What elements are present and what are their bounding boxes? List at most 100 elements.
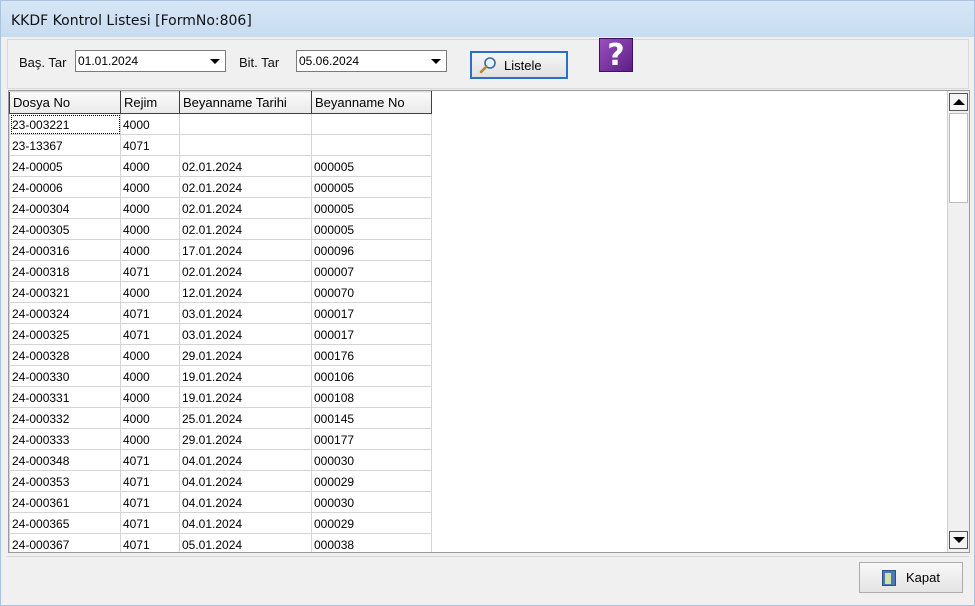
table-row[interactable]: 24-000331 4000 19.01.2024 000108 xyxy=(9,386,432,408)
table-cell[interactable]: 05.01.2024 xyxy=(179,533,312,552)
table-cell[interactable]: 02.01.2024 xyxy=(179,176,312,198)
table-cell[interactable]: 29.01.2024 xyxy=(179,344,312,366)
table-cell[interactable]: 4071 xyxy=(120,134,180,156)
table-cell[interactable] xyxy=(311,134,432,156)
table-row[interactable]: 24-000316 4000 17.01.2024 000096 xyxy=(9,239,432,261)
table-cell[interactable]: 25.01.2024 xyxy=(179,407,312,429)
table-cell[interactable]: 24-000365 xyxy=(9,512,121,534)
table-cell[interactable]: 000145 xyxy=(311,407,432,429)
table-cell[interactable]: 02.01.2024 xyxy=(179,218,312,240)
table-cell[interactable]: 000017 xyxy=(311,302,432,324)
table-cell[interactable]: 02.01.2024 xyxy=(179,197,312,219)
table-cell[interactable]: 4000 xyxy=(120,197,180,219)
table-cell[interactable]: 04.01.2024 xyxy=(179,491,312,513)
close-button[interactable]: Kapat xyxy=(859,562,963,593)
table-cell[interactable]: 23-13367 xyxy=(9,134,121,156)
table-cell[interactable]: 23-003221 xyxy=(9,113,121,135)
start-date-combo[interactable]: 01.01.2024 xyxy=(75,50,226,72)
table-row[interactable]: 24-000365 4071 04.01.2024 000029 xyxy=(9,512,432,534)
table-cell[interactable] xyxy=(179,113,312,135)
table-cell[interactable]: 000005 xyxy=(311,197,432,219)
table-cell[interactable]: 12.01.2024 xyxy=(179,281,312,303)
table-cell[interactable]: 24-000304 xyxy=(9,197,121,219)
table-cell[interactable]: 29.01.2024 xyxy=(179,428,312,450)
table-cell[interactable]: 4071 xyxy=(120,512,180,534)
table-cell[interactable]: 4000 xyxy=(120,281,180,303)
table-row[interactable]: 24-000305 4000 02.01.2024 000005 xyxy=(9,218,432,240)
column-header[interactable]: Beyanname No xyxy=(311,91,432,114)
table-cell[interactable]: 02.01.2024 xyxy=(179,260,312,282)
table-row[interactable]: 24-000325 4071 03.01.2024 000017 xyxy=(9,323,432,345)
table-cell[interactable]: 4071 xyxy=(120,323,180,345)
table-cell[interactable]: 000029 xyxy=(311,512,432,534)
table-cell[interactable]: 000108 xyxy=(311,386,432,408)
table-row[interactable]: 24-000348 4071 04.01.2024 000030 xyxy=(9,449,432,471)
table-cell[interactable]: 4000 xyxy=(120,386,180,408)
table-row[interactable]: 24-000333 4000 29.01.2024 000177 xyxy=(9,428,432,450)
table-cell[interactable]: 4071 xyxy=(120,302,180,324)
table-cell[interactable]: 4000 xyxy=(120,407,180,429)
table-cell[interactable]: 000030 xyxy=(311,491,432,513)
table-cell[interactable]: 4071 xyxy=(120,449,180,471)
table-cell[interactable]: 24-000331 xyxy=(9,386,121,408)
table-row[interactable]: 24-000332 4000 25.01.2024 000145 xyxy=(9,407,432,429)
table-row[interactable]: 24-00006 4000 02.01.2024 000005 xyxy=(9,176,432,198)
table-cell[interactable]: 24-000333 xyxy=(9,428,121,450)
table-cell[interactable]: 24-00005 xyxy=(9,155,121,177)
scroll-thumb[interactable] xyxy=(949,113,968,203)
table-row[interactable]: 24-000330 4000 19.01.2024 000106 xyxy=(9,365,432,387)
table-cell[interactable]: 24-000361 xyxy=(9,491,121,513)
table-cell[interactable]: 000005 xyxy=(311,218,432,240)
table-cell[interactable]: 000017 xyxy=(311,323,432,345)
table-row[interactable]: 24-000324 4071 03.01.2024 000017 xyxy=(9,302,432,324)
table-row[interactable]: 24-000304 4000 02.01.2024 000005 xyxy=(9,197,432,219)
column-header[interactable]: Beyanname Tarihi xyxy=(179,91,312,114)
table-cell[interactable]: 24-00006 xyxy=(9,176,121,198)
table-row[interactable]: 24-000318 4071 02.01.2024 000007 xyxy=(9,260,432,282)
table-cell[interactable]: 24-000353 xyxy=(9,470,121,492)
table-cell[interactable]: 4000 xyxy=(120,218,180,240)
table-row[interactable]: 23-13367 4071 xyxy=(9,134,432,156)
chevron-down-icon[interactable] xyxy=(206,53,223,69)
table-cell[interactable]: 000038 xyxy=(311,533,432,552)
table-cell[interactable]: 04.01.2024 xyxy=(179,512,312,534)
table-cell[interactable]: 4000 xyxy=(120,239,180,261)
table-cell[interactable]: 24-000328 xyxy=(9,344,121,366)
scroll-up-arrow-icon[interactable] xyxy=(949,93,968,111)
vertical-scrollbar[interactable] xyxy=(947,91,969,552)
scroll-down-arrow-icon[interactable] xyxy=(949,531,968,549)
table-cell[interactable]: 24-000325 xyxy=(9,323,121,345)
column-header[interactable]: Rejim xyxy=(120,91,180,114)
table-cell[interactable]: 02.01.2024 xyxy=(179,155,312,177)
table-cell[interactable]: 000070 xyxy=(311,281,432,303)
table-cell[interactable]: 4071 xyxy=(120,470,180,492)
column-header[interactable]: Dosya No xyxy=(9,91,121,114)
table-cell[interactable]: 03.01.2024 xyxy=(179,302,312,324)
chevron-down-icon[interactable] xyxy=(427,53,444,69)
table-cell[interactable]: 000096 xyxy=(311,239,432,261)
table-cell[interactable]: 4000 xyxy=(120,365,180,387)
table-cell[interactable]: 000030 xyxy=(311,449,432,471)
table-cell[interactable]: 24-000367 xyxy=(9,533,121,552)
table-cell[interactable]: 000176 xyxy=(311,344,432,366)
table-row[interactable]: 24-000361 4071 04.01.2024 000030 xyxy=(9,491,432,513)
table-cell[interactable]: 24-000305 xyxy=(9,218,121,240)
table-row[interactable]: 24-000321 4000 12.01.2024 000070 xyxy=(9,281,432,303)
table-cell[interactable]: 04.01.2024 xyxy=(179,470,312,492)
table-cell[interactable]: 000007 xyxy=(311,260,432,282)
table-cell[interactable]: 19.01.2024 xyxy=(179,365,312,387)
table-cell[interactable]: 4000 xyxy=(120,344,180,366)
table-cell[interactable] xyxy=(311,113,432,135)
table-row[interactable]: 24-000367 4071 05.01.2024 000038 xyxy=(9,533,432,552)
table-cell[interactable]: 000106 xyxy=(311,365,432,387)
table-cell[interactable]: 000005 xyxy=(311,176,432,198)
table-cell[interactable]: 24-000321 xyxy=(9,281,121,303)
table-cell[interactable]: 4071 xyxy=(120,533,180,552)
table-cell[interactable]: 000177 xyxy=(311,428,432,450)
table-cell[interactable]: 24-000332 xyxy=(9,407,121,429)
table-cell[interactable]: 4000 xyxy=(120,113,180,135)
table-cell[interactable]: 4000 xyxy=(120,428,180,450)
table-cell[interactable]: 4071 xyxy=(120,260,180,282)
table-cell[interactable]: 24-000318 xyxy=(9,260,121,282)
table-cell[interactable]: 4071 xyxy=(120,491,180,513)
